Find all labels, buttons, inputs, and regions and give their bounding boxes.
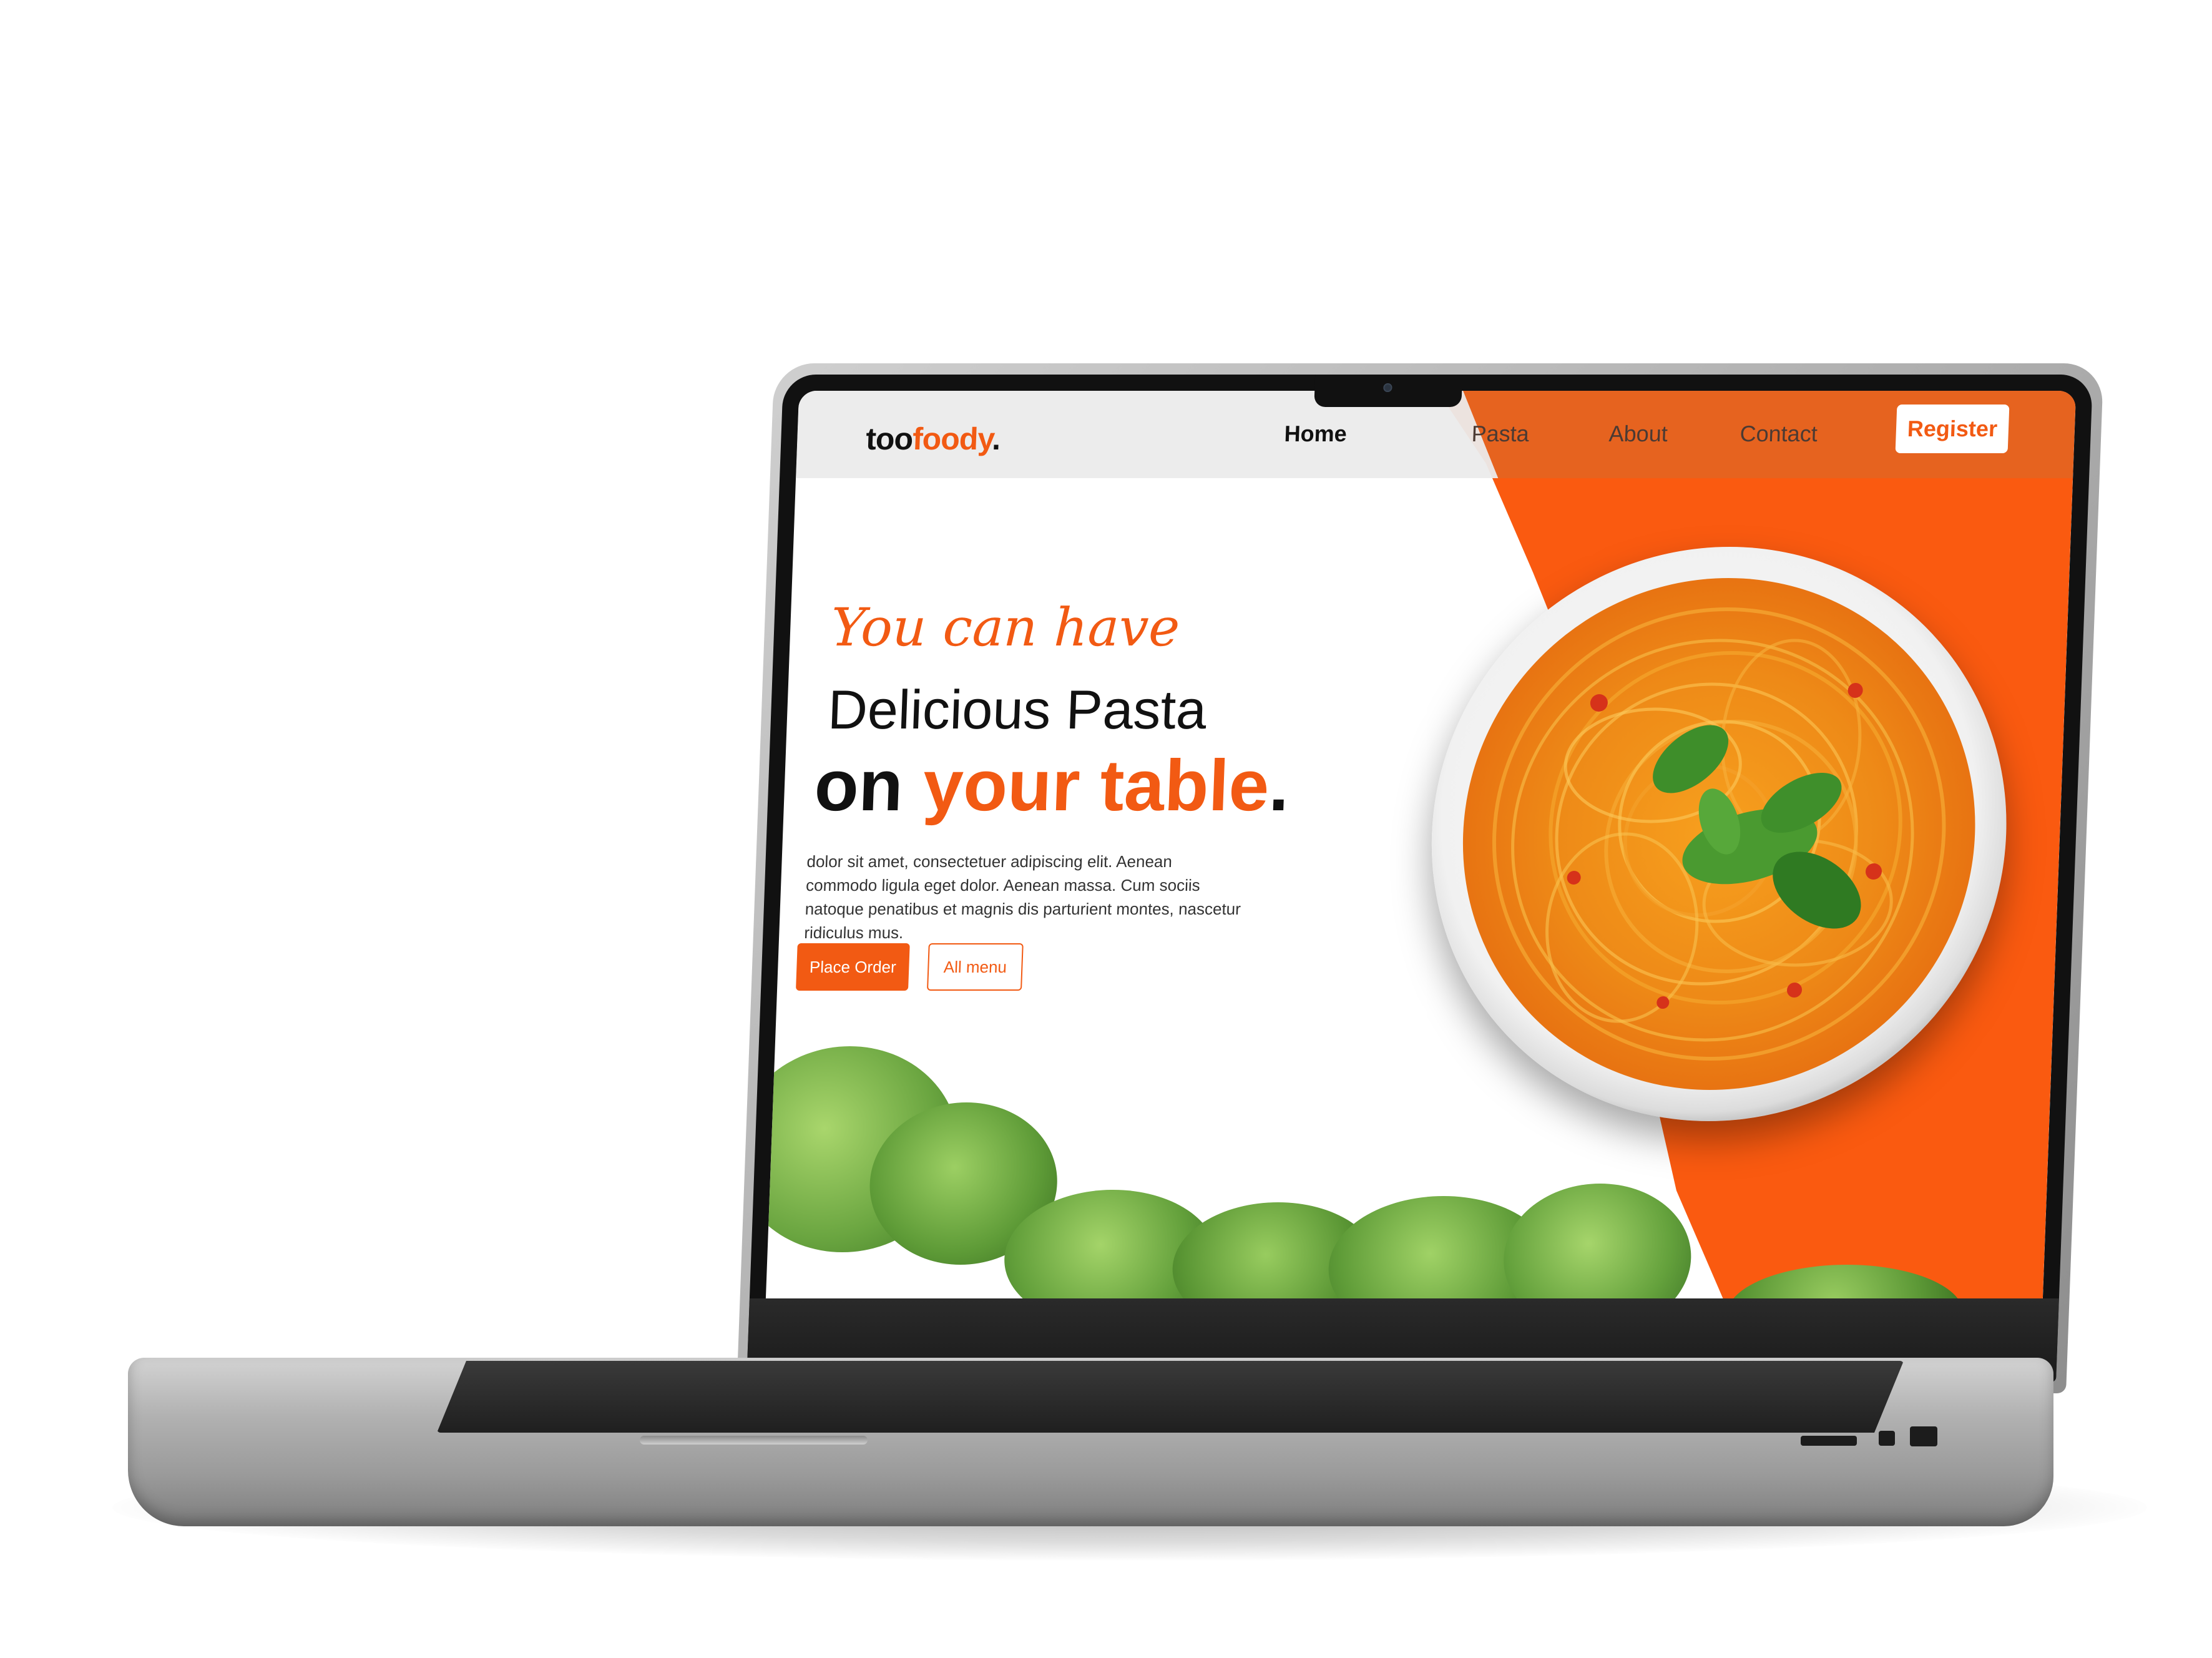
nav-about[interactable]: About [1608, 421, 1668, 447]
sd-card-slot-icon [1801, 1436, 1857, 1446]
logo[interactable]: toofoody. [865, 421, 1001, 457]
hero-description: dolor sit amet, consectetuer adipiscing … [803, 852, 1241, 942]
usb-c-port-icon [1879, 1431, 1895, 1446]
logo-accent: foody [912, 421, 993, 456]
hero-subheading-accent: your table [921, 745, 1271, 826]
screen: toofoody. Home Pasta About Contact Regis… [765, 391, 2077, 1300]
keyboard-slot [437, 1361, 1904, 1433]
register-button[interactable]: Register [1895, 405, 2010, 453]
hero-heading: Delicious Pasta [826, 679, 1208, 740]
trackpad-lip [640, 1436, 868, 1445]
place-order-button[interactable]: Place Order [795, 943, 910, 991]
basil-leaf-icon [1653, 725, 1861, 929]
camera-notch [1314, 375, 1463, 407]
hero-subheading: on your table. [813, 743, 1291, 827]
hero-subheading-prefix: on [813, 745, 925, 826]
camera-icon [1383, 383, 1392, 392]
laptop-bezel: toofoody. Home Pasta About Contact Regis… [746, 375, 2093, 1382]
hero-script-line: You can have [830, 597, 1181, 658]
logo-suffix: . [991, 421, 1001, 456]
hero-subheading-suffix: . [1267, 745, 1291, 826]
all-menu-button[interactable]: All menu [926, 943, 1024, 991]
nav-pasta[interactable]: Pasta [1471, 421, 1530, 447]
hdmi-port-icon [1910, 1426, 1937, 1446]
nav-home[interactable]: Home [1284, 421, 1348, 447]
nav-contact[interactable]: Contact [1740, 421, 1818, 447]
logo-prefix: too [865, 421, 914, 456]
